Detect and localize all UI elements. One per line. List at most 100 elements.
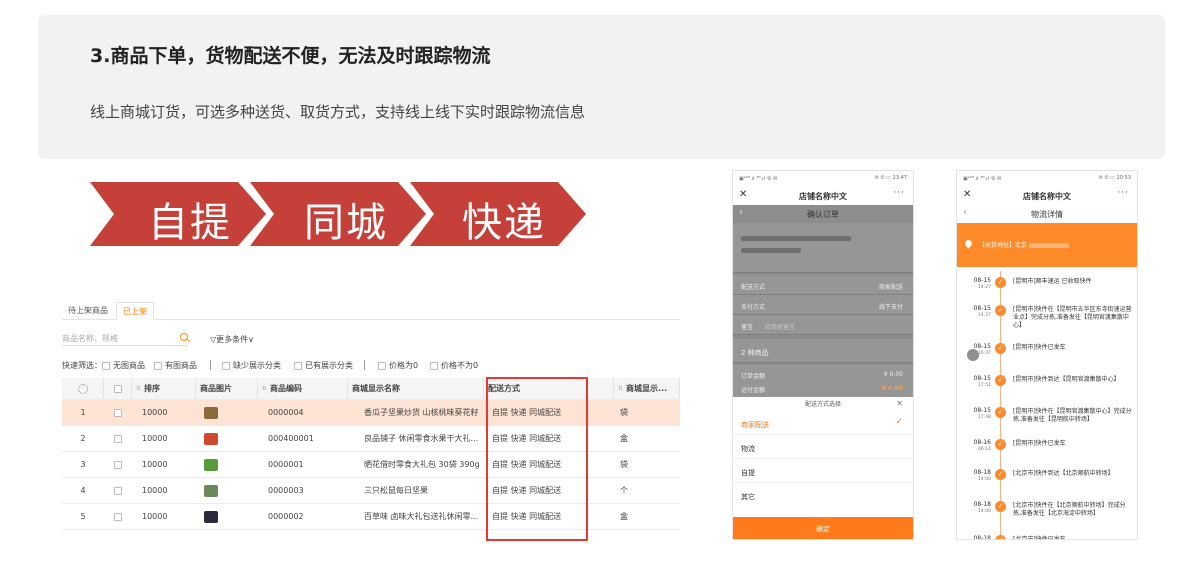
product-search-input[interactable] [62,332,188,346]
close-icon[interactable]: ✕ [896,399,903,408]
row-sort: 10000 [142,408,168,417]
check-icon: ✓ [895,417,903,427]
scroll-handle[interactable] [967,349,979,361]
column-sort[interactable]: ⇅ 排序 [132,378,196,399]
app-navbar: ✕ 店铺名称中文 ··· [957,187,1137,205]
check-icon: ✓ [995,375,1006,386]
checkbox[interactable] [222,361,230,370]
filter-price-zero[interactable]: 价格为0 [378,360,418,371]
row-checkbox[interactable] [104,504,132,529]
more-icon[interactable]: ··· [893,188,905,198]
search-row: ▽更多条件∨ [62,332,680,348]
signal-icon: ▣ᵃ⁴ᴳ.ıl ⁴ᴳ.ıl 令 ✉ [963,176,1002,182]
filter-has-image[interactable]: 有图商品 [154,360,197,371]
option-logistics[interactable]: 物流 [733,437,913,459]
row-sort: 10000 [142,434,168,443]
check-icon: ✓ [995,343,1006,354]
address-text: 【收货地址】北京 [979,240,1069,249]
status-bar: ▣ᵃ⁴ᴳ.ıl ⁴ᴳ.ıl 令 ✉ ✉ ✆ ▭ 20:53 [957,171,1137,187]
more-filter-toggle[interactable]: ▽更多条件∨ [210,334,254,345]
row-checkbox[interactable] [104,426,132,451]
check-icon: ✓ [995,535,1006,539]
order-form-overlay: 配送方式 商家配送 支付方式 线下支付 留言 给商家留言 2 种商品 订单金额 … [733,223,913,401]
blurred-text [741,236,851,241]
chevron-label-pickup: 自提 [148,200,232,246]
event-text: [北京市]快件已发车 [1013,536,1066,540]
check-icon: ✓ [995,501,1006,512]
quick-filter-row: 快速筛选： 无图商品 有图商品 缺少展示分类 已有展示分类 价格为0 价格不为0 [62,360,680,374]
event-date: 08-15 17:48 [961,407,991,421]
event-date: 08-18 [973,535,991,540]
checkbox[interactable] [113,384,122,393]
app-navbar: ✕ 店铺名称中文 ··· [733,187,913,205]
checkbox[interactable] [114,434,122,443]
quick-filter-label: 快速筛选： [62,361,102,370]
checkbox[interactable] [114,512,122,521]
filter-has-category[interactable]: 已有展示分类 [294,360,353,371]
checkbox[interactable] [114,408,122,417]
checkbox[interactable] [294,361,302,370]
event-time: 06:14 [978,447,991,452]
product-thumbnail [204,478,258,503]
checkbox[interactable] [430,361,438,370]
row-code: 0000002 [268,512,304,521]
row-checkbox[interactable] [104,478,132,503]
event-text: [昆明市]快件已发车 [1013,440,1066,447]
option-pickup[interactable]: 自提 [733,461,913,483]
event-date: 08-15 14:27 [961,305,991,319]
checkbox[interactable] [114,486,122,495]
column-display-name: 商城显示名称 [348,378,484,399]
checkbox[interactable] [114,460,122,469]
row-code: 000400001 [268,434,314,443]
search-icon[interactable] [180,333,188,341]
message-row[interactable]: 留言 给商家留言 [733,315,913,335]
event-text: [昆明市]快件在【昆明官渡集散中心】完成分拣,准备发往【昆明航中转场】 [1013,408,1132,423]
row-checkbox[interactable] [104,452,132,477]
chevron-label-same-city: 同城 [304,200,388,246]
check-icon: ✓ [995,407,1006,418]
message-label: 留言 [741,324,754,331]
column-image: 商品图片 [196,378,258,399]
confirm-button[interactable]: 确定 [733,517,913,539]
select-all[interactable] [104,378,132,399]
row-display-name: 晒花借时零食大礼包 30袋 390g [364,460,480,469]
filter-no-image[interactable]: 无图商品 [102,360,145,371]
sort-icon: ⇅ [136,385,142,392]
option-merchant-delivery[interactable]: 商家配送 ✓ [733,413,913,435]
event-date: 08-18 14:00 [961,469,991,483]
checkbox[interactable] [102,361,110,370]
checkbox[interactable] [378,361,386,370]
column-unit[interactable]: ⇅ 商城显示... [614,378,680,399]
address-card[interactable] [733,223,913,273]
tab-listed-products[interactable]: 已上架 [116,302,154,320]
filter-missing-category[interactable]: 缺少展示分类 [222,360,281,371]
payment-method-row[interactable]: 支付方式 线下支付 [733,295,913,315]
row-unit: 个 [620,486,628,495]
gear-icon[interactable] [77,383,88,394]
blurred-text [1028,243,1069,248]
product-tabs: 待上架商品 已上架 [62,298,680,320]
column-code[interactable]: ⇅ 商品编码 [258,378,348,399]
filter-price-nonzero[interactable]: 价格不为0 [430,360,478,371]
event-text: [北京市]快件在【北京顺航中转场】完成分拣,准备发往【北京海淀中转场】 [1013,502,1126,517]
checkbox[interactable] [154,361,162,370]
delivery-column-highlight [486,377,588,541]
check-icon: ✓ [995,305,1006,316]
order-amount: ¥ 0.00 [883,371,903,378]
address-bar: 【收货地址】北京 [957,223,1137,267]
row-index: 4 [80,486,86,495]
delivery-method-row[interactable]: 配送方式 商家配送 [733,275,913,295]
option-other[interactable]: 其它 [733,485,913,507]
page-title: 确认订单 [807,210,839,219]
column-settings[interactable] [62,378,104,399]
row-checkbox[interactable] [104,400,132,425]
address-blurred [741,235,851,242]
more-icon[interactable]: ··· [1117,188,1129,198]
tab-pending-products[interactable]: 待上架商品 [62,302,114,320]
address-blurred-2 [741,247,801,254]
check-icon: ✓ [995,469,1006,480]
goods-count-row: 2 种商品 [733,339,913,363]
app-title: 店铺名称中文 [1023,192,1071,201]
event-date: 08-15 14:27 [961,277,991,291]
message-placeholder: 给商家留言 [765,324,796,331]
